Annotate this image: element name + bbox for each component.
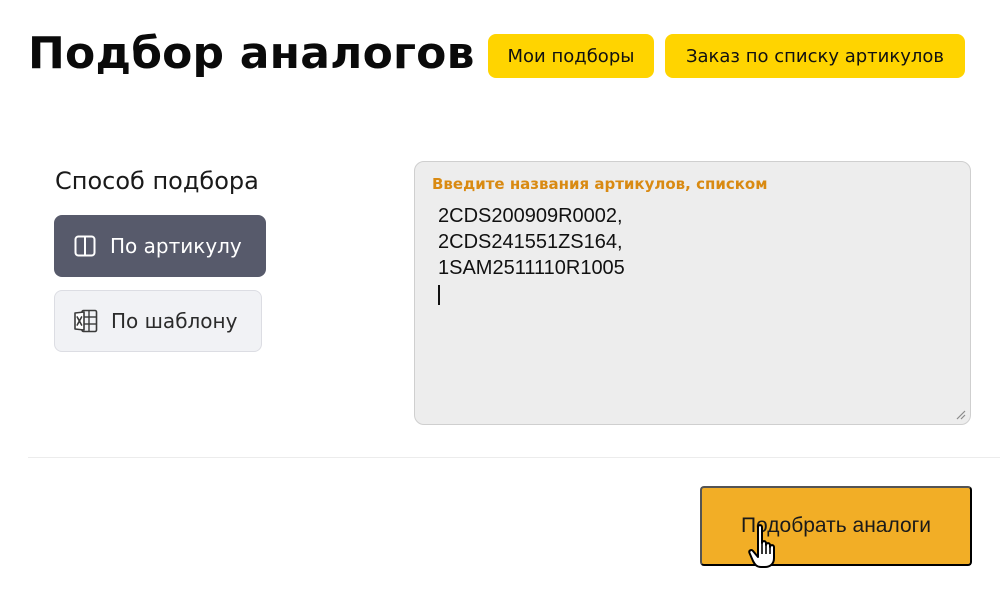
text-caret [438,285,440,305]
article-list-label: Введите названия артикулов, списком [432,175,768,193]
panel-icon [72,233,98,259]
order-by-list-button[interactable]: Заказ по списку артикулов [665,34,965,78]
selection-method-title: Способ подбора [55,167,259,195]
method-by-article-button[interactable]: По артикулу [54,215,266,277]
section-divider [28,457,1000,458]
resize-handle-icon[interactable] [954,408,966,420]
method-by-article-label: По артикулу [110,234,242,258]
page-title: Подбор аналогов [28,28,475,79]
method-by-template-label: По шаблону [111,309,238,333]
my-selections-button[interactable]: Мои подборы [488,34,654,78]
article-list-value[interactable]: 2CDS200909R0002, 2CDS241551ZS164, 1SAM25… [438,203,625,281]
hand-pointer-cursor-icon [748,524,775,568]
article-list-textarea[interactable]: Введите названия артикулов, списком 2CDS… [414,161,971,425]
find-analogs-button[interactable]: Подобрать аналоги [700,486,972,566]
method-by-template-button[interactable]: По шаблону [54,290,262,352]
excel-icon [73,308,99,334]
